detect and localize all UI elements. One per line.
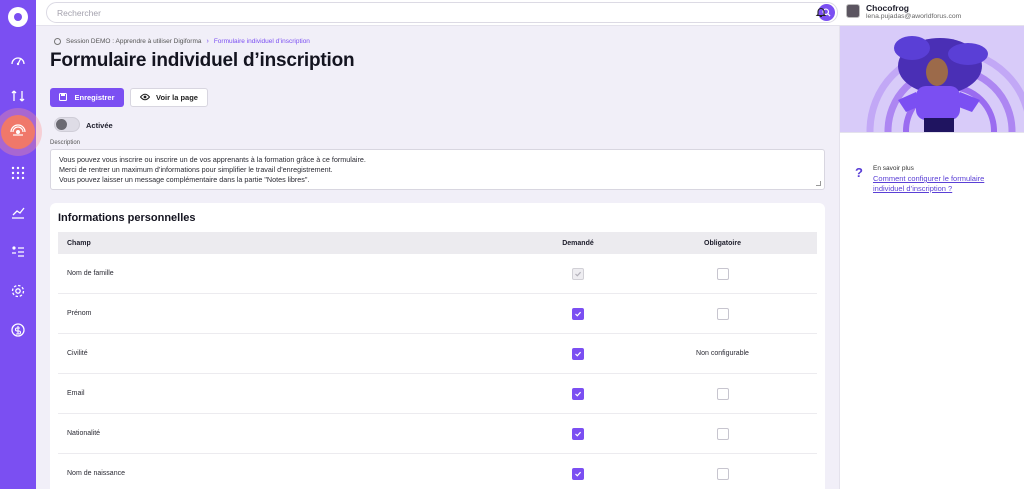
- table-row: Nom de famille: [58, 254, 817, 294]
- field-name: Nom de naissance: [67, 470, 125, 477]
- notification-bell-icon[interactable]: [813, 4, 829, 20]
- description-line: Merci de rentrer un maximum d’informatio…: [59, 165, 333, 174]
- breadcrumb: Session DEMO : Apprendre à utiliser Digi…: [54, 38, 310, 45]
- user-email: lena.pujadas@aworldforus.com: [866, 13, 962, 20]
- breadcrumb-parent[interactable]: Session DEMO : Apprendre à utiliser Digi…: [66, 38, 201, 45]
- help-link[interactable]: Comment configurer le formulaire individ…: [873, 174, 1013, 194]
- mandatory-cell: [628, 387, 817, 400]
- requested-checkbox: [572, 267, 584, 280]
- table-row: Civilité Non configurable: [58, 334, 817, 374]
- column-header-mandatory: Obligatoire: [704, 239, 741, 247]
- requested-checkbox[interactable]: [572, 307, 584, 320]
- user-name[interactable]: Chocofrog: [866, 3, 909, 13]
- field-name: Nom de famille: [67, 270, 114, 277]
- fields-table: Champ Demandé Obligatoire Nom de famille…: [58, 232, 817, 489]
- breadcrumb-current: Formulaire individuel d’inscription: [213, 38, 310, 45]
- breadcrumb-separator-icon: ›: [206, 38, 209, 45]
- description-line: Vous pouvez vous inscrire ou inscrire un…: [59, 155, 366, 164]
- description-textarea[interactable]: Vous pouvez vous inscrire ou inscrire un…: [50, 149, 825, 190]
- mandatory-checkbox[interactable]: [716, 267, 729, 280]
- search-input[interactable]: [57, 7, 757, 19]
- mandatory-cell: [628, 427, 817, 440]
- chart-icon[interactable]: [6, 200, 30, 224]
- table-row: Email: [58, 374, 817, 414]
- field-name: Civilité: [67, 350, 88, 357]
- sidebar: [0, 0, 42, 489]
- field-name: Nationalité: [67, 430, 101, 437]
- table-header: Champ Demandé Obligatoire: [58, 232, 817, 254]
- question-mark-icon: ?: [855, 165, 863, 180]
- table-row: Nom de naissance: [58, 454, 817, 489]
- help-panel: ? En savoir plus Comment configurer le f…: [839, 26, 1024, 489]
- requested-checkbox[interactable]: [572, 387, 584, 400]
- mandatory-cell: [628, 307, 817, 320]
- requested-cell: [528, 427, 628, 440]
- description-line: Vous pouvez laisser un message complémen…: [59, 175, 310, 184]
- panel-divider: [840, 132, 1024, 133]
- field-name: Email: [67, 390, 85, 397]
- eye-icon: [139, 93, 151, 103]
- view-page-label: Voir la page: [156, 93, 198, 102]
- mandatory-checkbox[interactable]: [716, 387, 729, 400]
- top-header: Chocofrog lena.pujadas@aworldforus.com: [36, 0, 1024, 26]
- avatar[interactable]: [846, 4, 860, 18]
- dashboard-icon[interactable]: [6, 48, 30, 72]
- hero-illustration: [840, 26, 1024, 132]
- requested-cell: [528, 467, 628, 480]
- resize-handle-icon[interactable]: [816, 181, 821, 186]
- description-label: Description: [50, 140, 81, 146]
- exchange-icon[interactable]: [6, 84, 30, 108]
- app-logo[interactable]: [8, 7, 28, 27]
- mandatory-cell: [628, 267, 817, 280]
- table-row: Prénom: [58, 294, 817, 334]
- billing-icon[interactable]: [6, 318, 30, 342]
- toggle-knob: [56, 119, 67, 130]
- view-page-button[interactable]: Voir la page: [130, 88, 208, 107]
- activation-toggle-label: Activée: [86, 121, 113, 130]
- requested-cell: [528, 387, 628, 400]
- requested-cell: [528, 267, 628, 280]
- mandatory-checkbox[interactable]: [716, 427, 729, 440]
- grid-dots-icon[interactable]: [6, 161, 30, 185]
- search-bar: [46, 2, 838, 23]
- section-title: Informations personnelles: [58, 212, 196, 224]
- table-row: Nationalité: [58, 414, 817, 454]
- help-title: En savoir plus: [873, 165, 914, 172]
- requested-checkbox[interactable]: [572, 427, 584, 440]
- save-button[interactable]: Enregistrer: [50, 88, 124, 107]
- mandatory-checkbox[interactable]: [716, 467, 729, 480]
- requested-cell: [528, 347, 628, 360]
- save-button-label: Enregistrer: [74, 93, 115, 102]
- column-header-requested: Demandé: [562, 239, 594, 247]
- save-icon: [59, 92, 68, 103]
- requested-checkbox[interactable]: [572, 467, 584, 480]
- requested-cell: [528, 307, 628, 320]
- mandatory-cell: [628, 467, 817, 480]
- field-name: Prénom: [67, 310, 92, 317]
- column-header-field: Champ: [67, 239, 91, 247]
- sessions-icon[interactable]: [1, 115, 35, 149]
- activation-toggle[interactable]: [54, 117, 80, 132]
- personal-info-card: Informations personnelles Champ Demandé …: [50, 203, 825, 489]
- requested-checkbox[interactable]: [572, 347, 584, 360]
- mandatory-checkbox[interactable]: [716, 307, 729, 320]
- clock-icon: [54, 38, 61, 45]
- page-title: Formulaire individuel d’inscription: [50, 50, 355, 71]
- list-people-icon[interactable]: [6, 240, 30, 264]
- settings-gear-icon[interactable]: [6, 279, 30, 303]
- not-configurable-label: Non configurable: [696, 350, 749, 357]
- mandatory-cell: Non configurable: [628, 350, 817, 357]
